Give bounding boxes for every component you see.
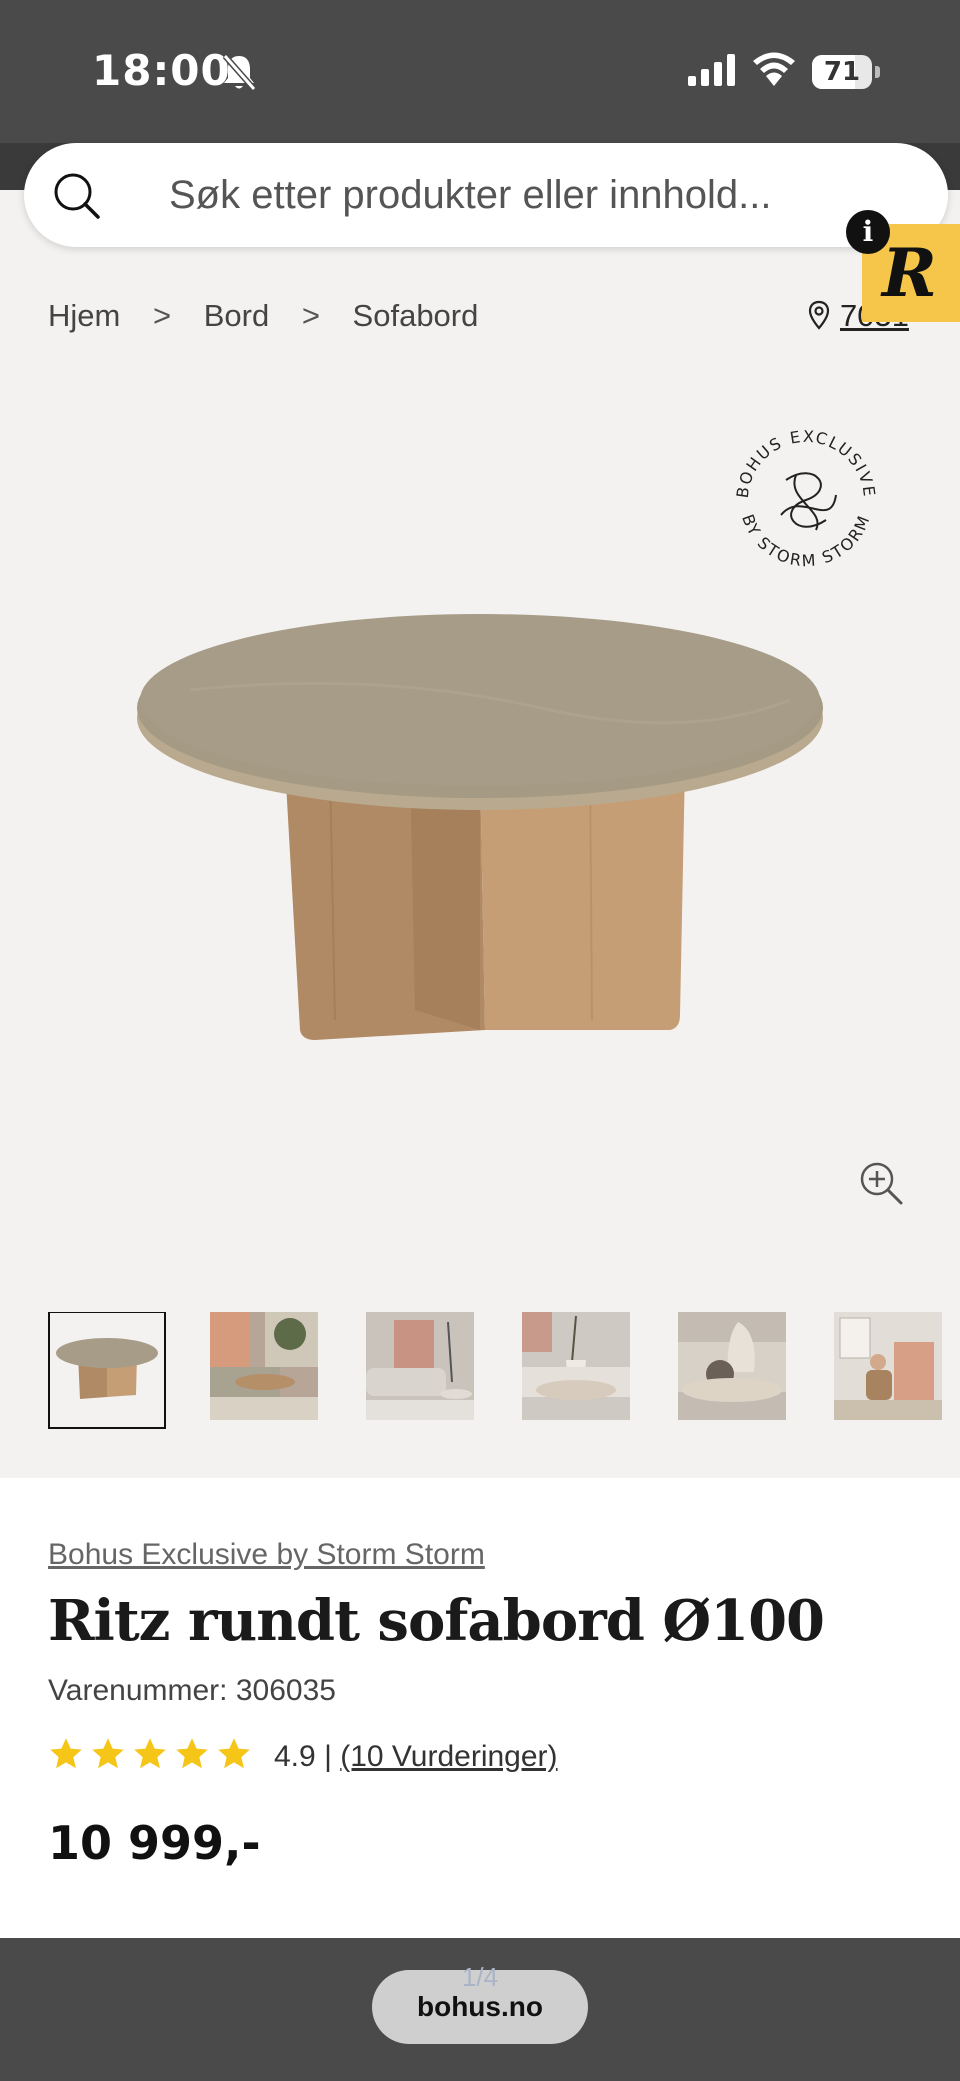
star-icon (218, 1738, 250, 1769)
search-bar[interactable]: Søk etter produkter eller innhold... (24, 143, 948, 247)
chevron-right-icon: > (152, 298, 172, 333)
wifi-icon (753, 52, 795, 86)
breadcrumb-sofabord[interactable]: Sofabord (353, 298, 479, 334)
svg-text:BY STORM STORM: BY STORM STORM (738, 511, 874, 570)
star-icon (176, 1738, 208, 1769)
logo-letter: R (882, 234, 937, 312)
thumbnail-2[interactable] (210, 1312, 318, 1420)
breadcrumb-home[interactable]: Hjem (48, 298, 120, 334)
seal-text-bottom: BY STORM STORM (738, 511, 872, 570)
signal-icon (688, 54, 735, 86)
thumbnail-5[interactable] (678, 1312, 786, 1420)
product-title: Ritz rundt sofabord Ø100 (48, 1588, 825, 1654)
thumbnail-6[interactable] (834, 1312, 942, 1420)
product-sku: Varenummer: 306035 (48, 1674, 336, 1707)
thumbnail-strip (48, 1312, 960, 1430)
star-icon (50, 1738, 82, 1769)
product-image[interactable] (130, 600, 830, 1060)
rating-separator: | (324, 1740, 332, 1773)
breadcrumb: Hjem > Bord > Sofabord (48, 298, 478, 334)
zoom-in-icon[interactable] (858, 1160, 904, 1206)
battery-tip (875, 66, 880, 78)
rating-summary: 4.9 | (10 Vurderinger) (274, 1740, 558, 1774)
brand-link[interactable]: Bohus Exclusive by Storm Storm (48, 1538, 485, 1572)
bell-muted-icon (222, 54, 257, 91)
thumbnail-3[interactable] (366, 1312, 474, 1420)
search-input[interactable]: Søk etter produkter eller innhold... (169, 173, 772, 218)
battery-indicator: 71 (812, 55, 872, 89)
thumbnail-4[interactable] (522, 1312, 630, 1420)
browser-toolbar: bohus.no 1/4 (0, 1938, 960, 2081)
product-info-panel: Bohus Exclusive by Storm Storm Ritz rund… (0, 1478, 960, 1938)
breadcrumb-bord[interactable]: Bord (204, 298, 269, 334)
rating-value: 4.9 (274, 1740, 316, 1773)
info-badge[interactable]: i (846, 210, 890, 254)
product-price: 10 999,- (48, 1816, 261, 1870)
thumbnail-1[interactable] (48, 1312, 166, 1429)
star-icon (134, 1738, 166, 1769)
seal-text-top: BOHUS EXCLUSIVE (733, 427, 877, 499)
reviews-link[interactable]: (10 Vurderinger) (340, 1740, 557, 1773)
star-icon (92, 1738, 124, 1769)
bohus-exclusive-seal: BOHUS EXCLUSIVE BY STORM STORM (733, 427, 879, 571)
status-time: 18:00 (92, 46, 231, 95)
svg-text:BOHUS EXCLUSIVE: BOHUS EXCLUSIVE (733, 427, 879, 499)
location-pin-icon (808, 300, 830, 330)
status-bar: 18:00 71 (0, 0, 960, 143)
battery-level: 71 (823, 57, 861, 87)
chevron-right-icon: > (301, 298, 320, 333)
page-indicator: 1/4 (461, 1962, 499, 1992)
search-icon (54, 173, 100, 219)
